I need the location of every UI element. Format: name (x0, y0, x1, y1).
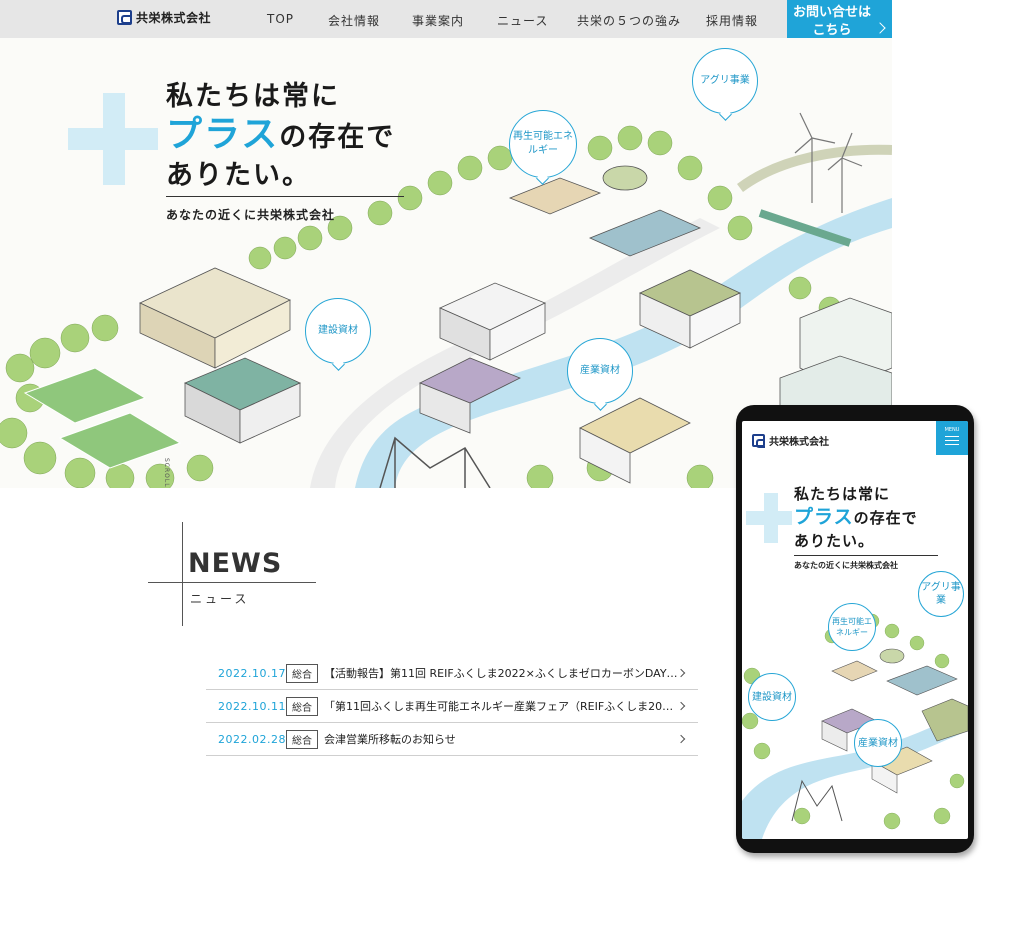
mobile-logo[interactable]: 共栄株式会社 (752, 433, 829, 448)
hamburger-menu-button[interactable]: MENU (936, 421, 968, 455)
bubble-construction[interactable]: 建設資材 (305, 298, 371, 364)
catch-accent: プラス (794, 506, 854, 528)
catch-line-2-rest: の存在で (279, 122, 396, 153)
phone-screen: 共栄株式会社 MENU 私たちは常に プラスの存在で ありたい。 あなたの近くに… (742, 421, 968, 839)
news-text: 会津営業所移転のお知らせ (324, 733, 456, 746)
news-list: 2022.10.17 総合 【活動報告】第11回 REIFふくしま2022×ふく… (206, 657, 698, 756)
mobile-bubble-construction[interactable]: 建設資材 (748, 673, 796, 721)
mobile-bubble-industry[interactable]: 産業資材 (854, 719, 902, 767)
logo-icon (117, 10, 132, 25)
mobile-bubble-energy[interactable]: 再生可能エネルギー (828, 603, 876, 651)
mobile-subcatch: あなたの近くに共栄株式会社 (794, 561, 898, 570)
hero-catchphrase: 私たちは常に プラスの存在で ありたい。 (166, 78, 395, 195)
news-category: 総合 (286, 729, 318, 749)
catch-line-3: ありたい。 (166, 160, 311, 191)
plus-icon-vertical (103, 93, 125, 185)
mobile-catchphrase: 私たちは常に プラスの存在で ありたい。 (794, 483, 918, 553)
news-heading: NEWS (188, 548, 283, 579)
logo-icon (752, 434, 765, 448)
menu-icon-bar (945, 440, 959, 441)
news-subheading: ニュース (190, 592, 250, 606)
catch-line-1: 私たちは常に (794, 485, 891, 503)
news-vertical-line (182, 522, 183, 626)
catch-line-2: プラスの存在で (166, 116, 395, 157)
news-date: 2022.02.28 (218, 732, 286, 746)
news-text: 【活動報告】第11回 REIFふくしま2022×ふくしまゼロカーボンDAY!20… (324, 667, 679, 680)
site-header: 共栄株式会社 TOP 会社情報 事業案内 ニュース 共栄の５つの強み 採用情報 (0, 0, 892, 38)
news-date: 2022.10.17 (218, 666, 286, 680)
news-date: 2022.10.11 (218, 699, 286, 713)
bubble-industry[interactable]: 産業資材 (567, 338, 633, 404)
menu-icon-bar (945, 436, 959, 437)
catch-accent: プラス (166, 114, 280, 155)
contact-label: お問い合せはこちら (793, 5, 872, 38)
logo-text: 共栄株式会社 (136, 11, 212, 25)
menu-label: MENU (944, 427, 960, 433)
nav-company[interactable]: 会社情報 (328, 12, 380, 29)
nav-news[interactable]: ニュース (497, 12, 548, 29)
mobile-bubble-agri[interactable]: アグリ事業 (918, 571, 964, 617)
catch-line-2-rest: の存在で (853, 509, 918, 527)
phone-mockup: 共栄株式会社 MENU 私たちは常に プラスの存在で ありたい。 あなたの近くに… (736, 405, 974, 853)
nav-strengths[interactable]: 共栄の５つの強み (577, 12, 681, 29)
site-logo[interactable]: 共栄株式会社 (117, 9, 211, 26)
menu-icon-bar (945, 444, 959, 445)
news-horizontal-line (148, 582, 316, 583)
catch-line-3: ありたい。 (794, 532, 875, 550)
catch-line-1: 私たちは常に (166, 81, 340, 112)
bubble-energy[interactable]: 再生可能エネルギー (509, 110, 577, 178)
catch-line-2: プラスの存在で (794, 506, 918, 530)
plus-icon-vertical (764, 493, 778, 543)
news-item[interactable]: 2022.10.17 総合 【活動報告】第11回 REIFふくしま2022×ふく… (206, 657, 698, 690)
news-category: 総合 (286, 696, 318, 716)
hero-subcatch: あなたの近くに共栄株式会社 (166, 208, 336, 222)
news-category: 総合 (286, 663, 318, 683)
nav-top[interactable]: TOP (267, 12, 294, 26)
chevron-right-icon (874, 22, 886, 34)
catch-divider (794, 555, 938, 556)
nav-business[interactable]: 事業案内 (412, 12, 464, 29)
mobile-logo-text: 共栄株式会社 (769, 437, 829, 448)
nav-recruit[interactable]: 採用情報 (706, 12, 758, 29)
scroll-indicator[interactable]: SCROLL (163, 458, 170, 488)
news-item[interactable]: 2022.02.28 総合 会津営業所移転のお知らせ (206, 723, 698, 756)
catch-divider (166, 196, 404, 197)
bubble-agri[interactable]: アグリ事業 (692, 48, 758, 114)
news-item[interactable]: 2022.10.11 総合 「第11回ふくしま再生可能エネルギー産業フェア（RE… (206, 690, 698, 723)
news-text: 「第11回ふくしま再生可能エネルギー産業フェア（REIFふくしま2022）×ふく… (324, 700, 679, 713)
